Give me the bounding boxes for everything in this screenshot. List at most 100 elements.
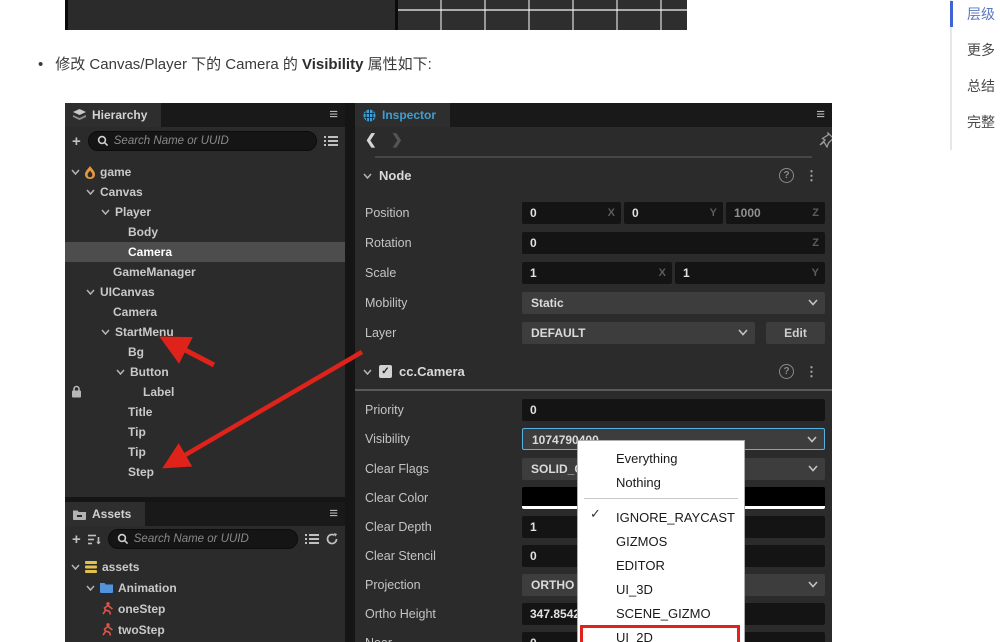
node-section-header[interactable]: Node ? ⋮ — [355, 168, 832, 183]
create-asset-button[interactable]: + — [72, 532, 81, 547]
tree-item-uicanvas[interactable]: UICanvas — [65, 282, 345, 302]
tree-item-bg[interactable]: Bg — [65, 342, 345, 362]
layer-edit-button[interactable]: Edit — [766, 322, 825, 344]
kebab-menu-icon[interactable]: ⋮ — [805, 364, 818, 380]
help-icon[interactable]: ? — [779, 364, 794, 379]
position-z-field[interactable]: 1000 Z — [726, 202, 825, 224]
assets-panel: Assets ≡ + Search Name or UUID assets An… — [65, 502, 345, 642]
tab-assets-label: Assets — [92, 507, 132, 521]
assets-search-placeholder: Search Name or UUID — [133, 533, 249, 545]
chevron-down-icon[interactable] — [71, 169, 80, 175]
scale-x-field[interactable]: 1X — [522, 262, 672, 284]
dropdown-item-editor[interactable]: EDITOR — [578, 554, 744, 578]
scene-preview-dark-area — [65, 0, 395, 30]
pin-icon[interactable] — [819, 132, 832, 148]
dropdown-item-scene-gizmo[interactable]: SCENE_GIZMO — [578, 602, 744, 626]
rotation-row: Rotation 0Z — [365, 232, 825, 254]
nav-back-icon[interactable]: ❮ — [365, 131, 377, 148]
tree-item-tip1[interactable]: Tip — [65, 422, 345, 442]
toc-item-more[interactable]: 更多 — [967, 40, 995, 60]
chevron-down-icon[interactable] — [86, 585, 95, 591]
mobility-row: Mobility Static — [365, 292, 825, 314]
assets-search-input[interactable]: Search Name or UUID — [107, 529, 298, 549]
asset-item-onestep[interactable]: oneStep — [65, 598, 345, 619]
tree-item-player[interactable]: Player — [65, 202, 345, 222]
nav-forward-icon[interactable]: ❯ — [391, 131, 403, 148]
priority-field[interactable]: 0 — [522, 399, 825, 421]
inspector-menu-icon[interactable]: ≡ — [816, 106, 825, 123]
tree-item-startmenu[interactable]: StartMenu — [65, 322, 345, 342]
tree-item-label[interactable]: Label — [65, 382, 345, 402]
tree-item-tip2[interactable]: Tip — [65, 442, 345, 462]
camera-enabled-checkbox[interactable]: ✓ — [379, 365, 392, 378]
tree-item-button[interactable]: Button — [65, 362, 345, 382]
refresh-icon[interactable] — [326, 533, 338, 545]
animation-clip-icon — [101, 602, 113, 615]
dropdown-item-everything[interactable]: Everything — [578, 447, 744, 471]
tab-inspector[interactable]: Inspector — [355, 103, 451, 127]
animation-clip-icon — [101, 623, 113, 636]
help-icon[interactable]: ? — [779, 168, 794, 183]
hierarchy-search-input[interactable]: Search Name or UUID — [87, 131, 317, 151]
mobility-select[interactable]: Static — [522, 292, 825, 314]
tree-item-step[interactable]: Step — [65, 462, 345, 482]
scene-preview-grid-area — [395, 0, 687, 30]
list-view-icon[interactable] — [305, 533, 319, 545]
tab-assets[interactable]: Assets — [65, 502, 146, 526]
hierarchy-toolbar: + Search Name or UUID — [65, 127, 345, 155]
tab-hierarchy[interactable]: Hierarchy — [65, 103, 162, 127]
kebab-menu-icon[interactable]: ⋮ — [805, 168, 818, 184]
tree-item-gamemanager[interactable]: GameManager — [65, 262, 345, 282]
tree-label: Button — [130, 365, 169, 379]
sort-icon[interactable] — [87, 534, 101, 545]
tree-item-body[interactable]: Body — [65, 222, 345, 242]
dropdown-item-nothing[interactable]: Nothing — [578, 471, 744, 495]
toc-item-complete[interactable]: 完整 — [967, 112, 995, 132]
camera-section-header[interactable]: ✓ cc.Camera ? ⋮ — [355, 364, 832, 379]
rotation-z-field[interactable]: 0Z — [522, 232, 825, 254]
tree-label: Camera — [113, 305, 158, 319]
tree-item-game[interactable]: game — [65, 162, 345, 182]
tree-item-camera-selected[interactable]: Camera — [65, 242, 345, 262]
dropdown-item-ui-3d[interactable]: UI_3D — [578, 578, 744, 602]
chevron-down-icon[interactable] — [71, 564, 80, 570]
asset-item-animation[interactable]: Animation — [65, 577, 345, 598]
chevron-down-icon[interactable] — [116, 369, 125, 375]
assets-menu-icon[interactable]: ≡ — [329, 505, 338, 522]
dropdown-item-ignore-raycast[interactable]: IGNORE_RAYCAST — [578, 506, 744, 530]
camera-section-divider — [355, 389, 832, 391]
tree-label: assets — [102, 559, 140, 574]
priority-label: Priority — [365, 403, 404, 417]
list-view-icon[interactable] — [324, 135, 338, 147]
tree-item-title[interactable]: Title — [65, 402, 345, 422]
assets-toolbar: + Search Name or UUID — [65, 526, 345, 552]
scale-y-field[interactable]: 1Y — [675, 262, 825, 284]
create-node-button[interactable]: + — [72, 134, 81, 149]
chevron-down-icon[interactable] — [363, 369, 372, 375]
folder-icon — [100, 582, 113, 593]
chevron-down-icon[interactable] — [86, 289, 95, 295]
tree-item-ui-camera[interactable]: Camera — [65, 302, 345, 322]
asset-item-assets-root[interactable]: assets — [65, 556, 345, 577]
toc-sidebar: 层级 更多 总结 完整 — [950, 0, 1000, 150]
dropdown-item-gizmos[interactable]: GIZMOS — [578, 530, 744, 554]
asset-item-twostep[interactable]: twoStep — [65, 619, 345, 640]
toc-item-hierarchy[interactable]: 层级 — [967, 4, 995, 24]
assets-tree: assets Animation oneStep twoStep — [65, 556, 345, 640]
chevron-down-icon[interactable] — [101, 329, 110, 335]
hierarchy-menu-icon[interactable]: ≡ — [329, 106, 338, 123]
tree-label: UICanvas — [100, 285, 155, 299]
visibility-label: Visibility — [365, 432, 410, 446]
position-x-field[interactable]: 0X — [522, 202, 621, 224]
toc-item-summary[interactable]: 总结 — [967, 76, 995, 96]
position-y-field[interactable]: 0Y — [624, 202, 723, 224]
layer-select[interactable]: DEFAULT — [522, 322, 755, 344]
chevron-down-icon[interactable] — [86, 189, 95, 195]
chevron-down-icon[interactable] — [101, 209, 110, 215]
dropdown-divider — [584, 498, 738, 499]
editor-screenshot: Hierarchy ≡ + Search Name or UUID game C… — [65, 103, 832, 642]
tree-label: Animation — [118, 580, 177, 595]
clear-depth-label: Clear Depth — [365, 520, 432, 534]
tree-item-canvas[interactable]: Canvas — [65, 182, 345, 202]
chevron-down-icon[interactable] — [363, 173, 372, 179]
